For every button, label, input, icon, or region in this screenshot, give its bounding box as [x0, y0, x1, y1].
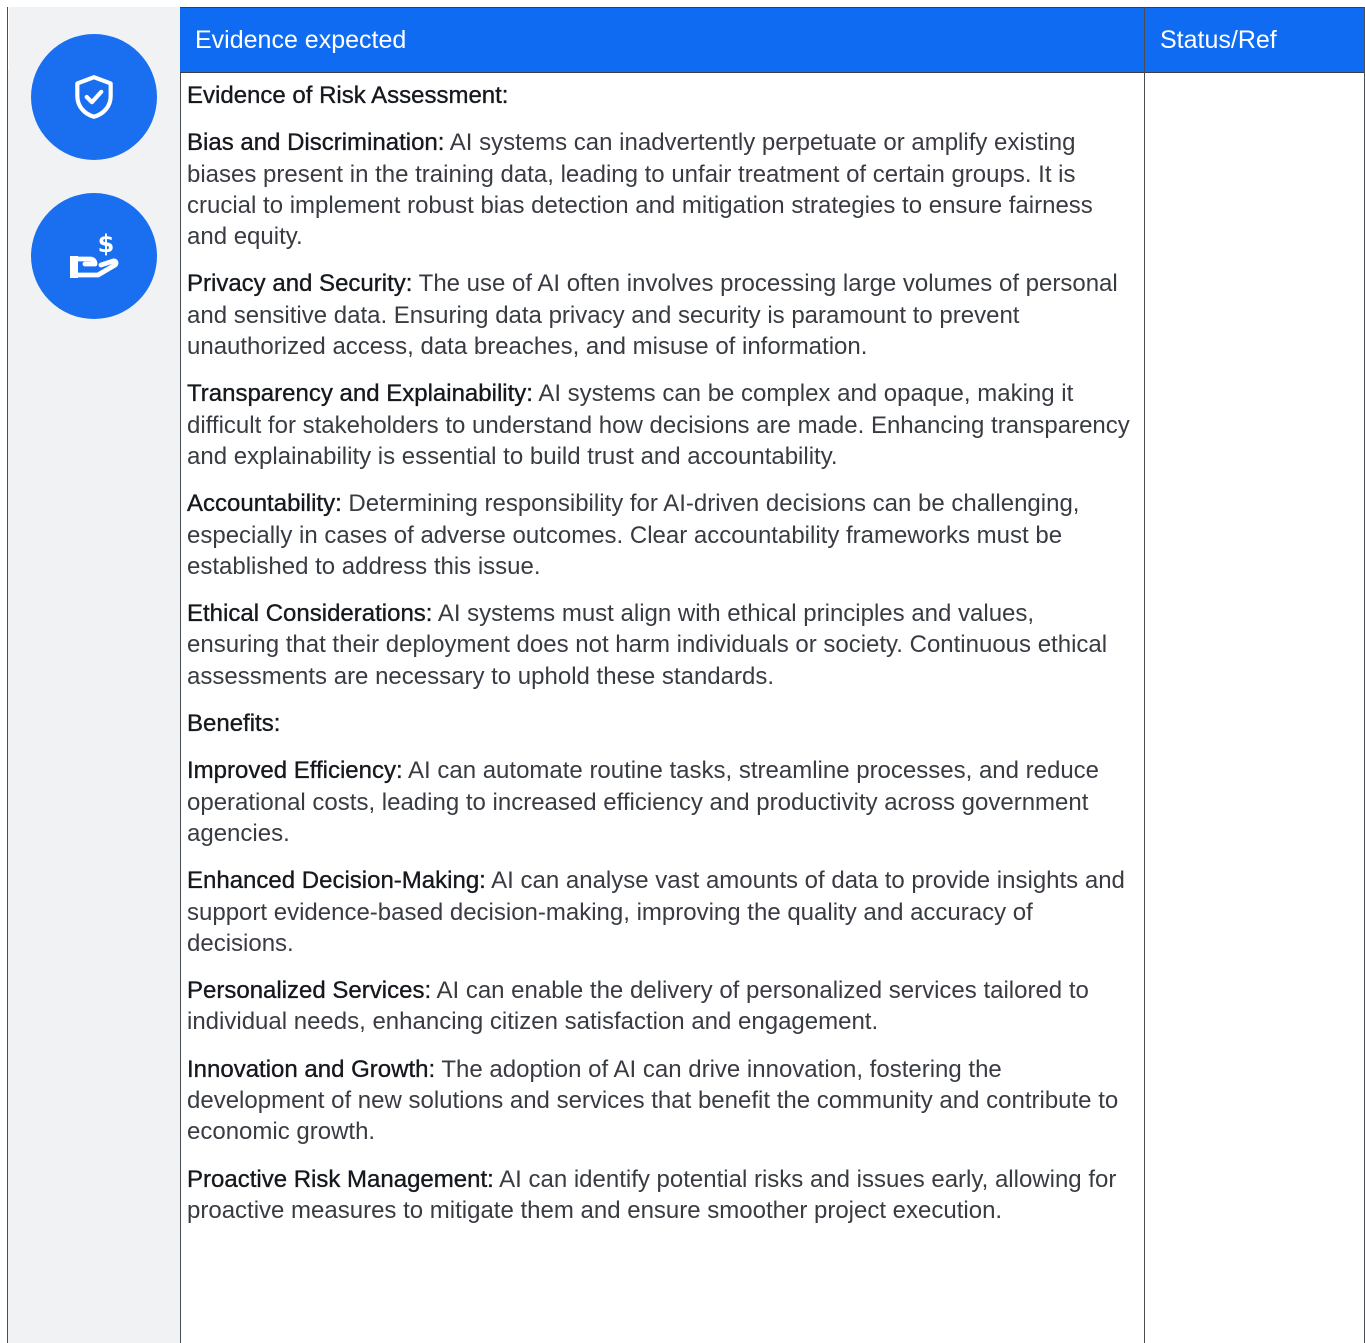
risk-term: Privacy and Security:	[187, 270, 413, 298]
risk-assessment-heading: Evidence of Risk Assessment:	[187, 82, 509, 109]
benefit-item: Proactive Risk Management: AI can identi…	[187, 1164, 1132, 1227]
benefit-term: Improved Efficiency:	[187, 757, 403, 785]
risk-term: Transparency and Explainability:	[187, 380, 533, 408]
benefit-item: Improved Efficiency: AI can automate rou…	[187, 755, 1132, 849]
benefit-term: Enhanced Decision-Making:	[187, 867, 486, 895]
status-ref-header: Status/Ref	[1160, 25, 1277, 54]
risk-item: Bias and Discrimination: AI systems can …	[187, 127, 1132, 252]
benefit-term: Innovation and Growth:	[187, 1055, 436, 1083]
benefit-term: Proactive Risk Management:	[187, 1165, 494, 1193]
benefits-heading: Benefits:	[187, 710, 281, 738]
evidence-expected-header: Evidence expected	[195, 25, 407, 54]
benefit-item: Personalized Services: AI can enable the…	[187, 975, 1132, 1038]
hand-dollar-badge: $	[31, 193, 157, 319]
table-header: Evidence expected Status/Ref	[180, 7, 1365, 73]
icon-column: $	[8, 7, 181, 1343]
benefit-term: Personalized Services:	[187, 977, 432, 1005]
benefit-item: Innovation and Growth: The adoption of A…	[187, 1054, 1132, 1148]
risk-term: Accountability:	[187, 490, 342, 518]
svg-text:$: $	[98, 230, 115, 258]
benefit-item: Enhanced Decision-Making: AI can analyse…	[187, 865, 1132, 959]
hand-dollar-icon: $	[70, 230, 119, 278]
risk-item: Privacy and Security: The use of AI ofte…	[187, 268, 1132, 362]
risk-item: Transparency and Explainability: AI syst…	[187, 378, 1132, 472]
column-divider	[1144, 7, 1145, 1343]
shield-check-icon	[75, 75, 113, 119]
risk-term: Ethical Considerations:	[187, 600, 433, 628]
risk-item: Ethical Considerations: AI systems must …	[187, 598, 1132, 692]
risk-item: Accountability: Determining responsibili…	[187, 488, 1132, 582]
shield-check-badge	[31, 34, 157, 160]
risk-term: Bias and Discrimination:	[187, 129, 445, 157]
evidence-content: Evidence of Risk Assessment: Bias and Di…	[187, 80, 1132, 1242]
